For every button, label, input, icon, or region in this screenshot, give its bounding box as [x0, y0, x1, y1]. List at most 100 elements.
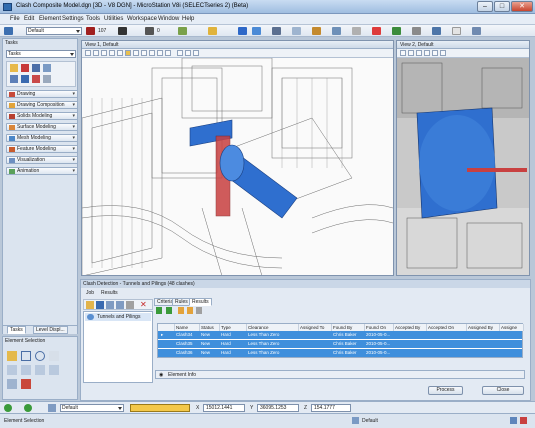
manipulate-icon[interactable]: [10, 75, 18, 83]
menu-workspace[interactable]: Workspace: [127, 16, 157, 22]
task-animation[interactable]: Animation: [6, 167, 78, 175]
view-toggle-strip[interactable]: [130, 404, 190, 412]
modify-icon[interactable]: [21, 75, 29, 83]
mode-new-icon[interactable]: [7, 365, 17, 375]
level-combo[interactable]: Default: [26, 27, 82, 35]
recheck-icon[interactable]: [166, 307, 172, 314]
select-all-icon[interactable]: [7, 379, 17, 389]
view-attributes-icon[interactable]: [85, 50, 91, 56]
camera-icon[interactable]: [332, 27, 341, 35]
col-type[interactable]: Type: [220, 324, 247, 331]
measure-icon[interactable]: [412, 27, 421, 35]
priority-icon[interactable]: [208, 27, 217, 35]
clear-selection-icon[interactable]: [21, 379, 31, 389]
x-coordinate-field[interactable]: 15012.1441: [203, 404, 245, 412]
col-found-on[interactable]: Found On: [365, 324, 394, 331]
view-2-3d-model[interactable]: [397, 58, 529, 276]
view2-zoom-in-icon[interactable]: [424, 50, 430, 56]
view2-fit-icon[interactable]: [440, 50, 446, 56]
snap-icon[interactable]: [252, 27, 261, 35]
forward-icon[interactable]: [24, 404, 32, 412]
status-level[interactable]: Default: [362, 418, 378, 424]
view2-display-icon[interactable]: [408, 50, 414, 56]
view2-zoom-out-icon[interactable]: [432, 50, 438, 56]
color-swatch-icon[interactable]: [86, 27, 95, 35]
mode-invert-icon[interactable]: [49, 365, 59, 375]
menu-element[interactable]: Element: [39, 16, 61, 22]
tab-rules[interactable]: Rules: [172, 298, 191, 306]
help-icon[interactable]: [392, 27, 401, 35]
reference-icon[interactable]: [432, 27, 441, 35]
clash-menu-job[interactable]: Job: [86, 290, 94, 296]
menu-utilities[interactable]: Utilities: [104, 16, 123, 22]
accept-icon[interactable]: [187, 307, 193, 314]
minimize-button[interactable]: –: [477, 1, 493, 12]
models-icon[interactable]: [472, 27, 481, 35]
active-level-combo[interactable]: Default: [60, 404, 124, 412]
view-previous-icon[interactable]: [157, 50, 163, 56]
task-mesh-modeling[interactable]: Mesh Modeling: [6, 134, 78, 142]
zoom-in-icon[interactable]: [109, 50, 115, 56]
new-job-icon[interactable]: [86, 301, 94, 309]
col-name[interactable]: Name: [175, 324, 200, 331]
save-status-icon[interactable]: [510, 417, 517, 424]
report-icon[interactable]: [196, 307, 202, 314]
menu-settings[interactable]: Settings: [62, 16, 84, 22]
mode-add-icon[interactable]: [21, 365, 31, 375]
col-found-by[interactable]: Found By: [332, 324, 365, 331]
window-area-icon[interactable]: [125, 50, 131, 56]
menu-file[interactable]: File: [10, 16, 20, 22]
delete-job-icon[interactable]: ✕: [140, 301, 148, 309]
menu-edit[interactable]: Edit: [24, 16, 34, 22]
pan-view-icon[interactable]: [149, 50, 155, 56]
maximize-button[interactable]: □: [494, 1, 510, 12]
col-accepted-by[interactable]: Accepted By: [394, 324, 427, 331]
col-assigne[interactable]: Assigne: [500, 324, 524, 331]
view2-update-icon[interactable]: [416, 50, 422, 56]
view-tool-icon[interactable]: [272, 27, 281, 35]
select-line-icon[interactable]: [49, 351, 59, 361]
view-1-window[interactable]: View 1, Default: [81, 40, 394, 276]
view-update-icon[interactable]: [101, 50, 107, 56]
save-settings-icon[interactable]: [352, 27, 361, 35]
assign-icon[interactable]: [178, 307, 184, 314]
task-drawing[interactable]: Drawing: [6, 90, 78, 98]
clip-volume-icon[interactable]: [185, 50, 191, 56]
tab-results[interactable]: Results: [189, 298, 212, 306]
accudraw-icon[interactable]: [238, 27, 247, 35]
transparency-icon[interactable]: [178, 27, 187, 35]
view-display-icon[interactable]: [93, 50, 99, 56]
table-row[interactable]: ▸ Clash34 New Hard Less Than Zero Chris …: [158, 331, 522, 339]
col-clearance[interactable]: Clearance: [247, 324, 299, 331]
tab-level-display[interactable]: Level Displ...: [33, 326, 68, 334]
col-assigned-by[interactable]: Assigned By: [467, 324, 500, 331]
arc-icon[interactable]: [43, 64, 51, 72]
task-surface-modeling[interactable]: Surface Modeling: [6, 123, 78, 131]
group-icon[interactable]: [43, 75, 51, 83]
export-job-icon[interactable]: [116, 301, 124, 309]
menu-window[interactable]: Window: [158, 16, 179, 22]
save-job-icon[interactable]: [96, 301, 104, 309]
place-line-icon[interactable]: [21, 64, 29, 72]
view2-attributes-icon[interactable]: [400, 50, 406, 56]
copy-job-icon[interactable]: [126, 301, 134, 309]
view-next-icon[interactable]: [165, 50, 171, 56]
tasks-selector[interactable]: Tasks: [6, 50, 76, 58]
menu-help[interactable]: Help: [182, 16, 194, 22]
line-weight-icon[interactable]: [145, 27, 154, 35]
delete-icon[interactable]: [32, 75, 40, 83]
table-row[interactable]: Clash36 New Hard Less Than Zero Chris Ba…: [158, 349, 522, 357]
job-item[interactable]: Tunnels and Pilings: [85, 313, 151, 321]
select-shape-icon[interactable]: [35, 351, 45, 361]
display-style-icon[interactable]: [312, 27, 321, 35]
back-icon[interactable]: [4, 404, 12, 412]
level-manager-icon[interactable]: [4, 27, 13, 35]
task-visualization[interactable]: Visualization: [6, 156, 78, 164]
rotate-view-icon[interactable]: [141, 50, 147, 56]
menu-tools[interactable]: Tools: [86, 16, 100, 22]
active-level-icon[interactable]: [48, 404, 56, 412]
select-block-icon[interactable]: [21, 351, 31, 361]
render-icon[interactable]: [292, 27, 301, 35]
y-coordinate-field[interactable]: 36095.1253: [257, 404, 299, 412]
task-drawing-composition[interactable]: Drawing Composition: [6, 101, 78, 109]
